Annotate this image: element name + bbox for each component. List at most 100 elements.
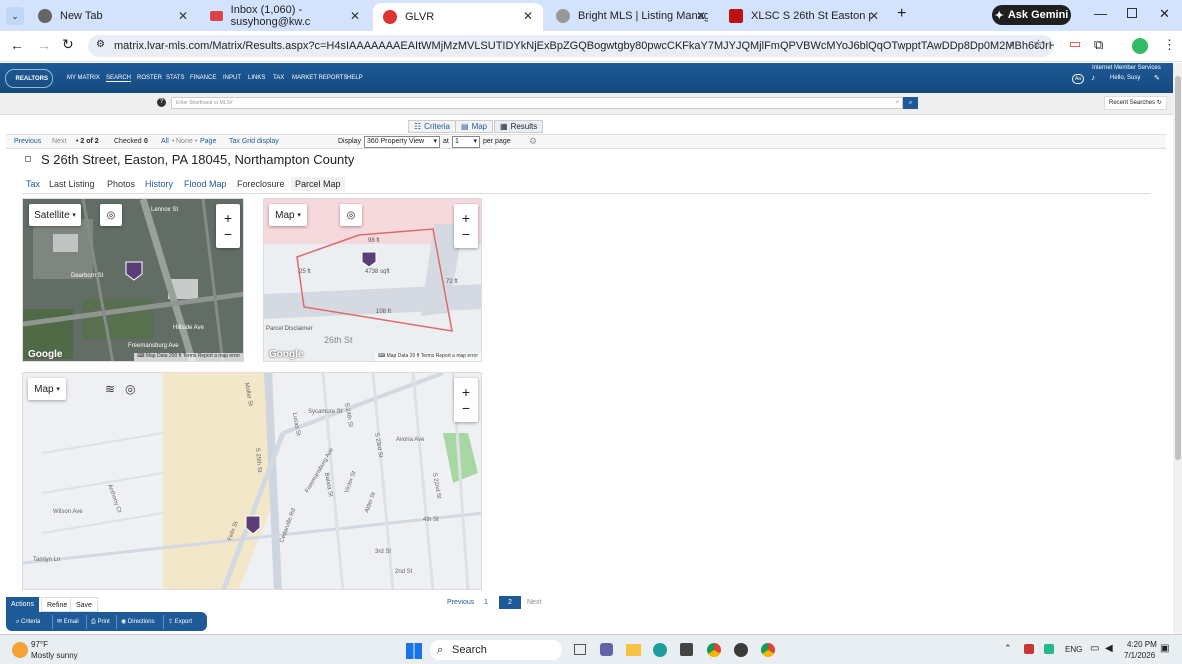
- nav-search[interactable]: SEARCH: [106, 75, 132, 82]
- tray-app-icon-2[interactable]: [1044, 644, 1054, 654]
- map-type-selector[interactable]: Satellite ▾: [29, 204, 81, 226]
- browser-tab-glvr[interactable]: GLVR ✕: [373, 3, 543, 31]
- parcel-map[interactable]: 98 ft 25 ft 72 ft 108 ft 4738 sqft Parce…: [263, 198, 482, 362]
- show-hidden-icons[interactable]: ⌃: [1004, 643, 1012, 654]
- criteria-action-button[interactable]: ⌕ Criteria: [12, 615, 45, 629]
- edge-icon[interactable]: [653, 643, 667, 657]
- language-indicator[interactable]: ENG: [1065, 645, 1082, 654]
- network-icon[interactable]: ▭: [1090, 643, 1099, 654]
- bottom-page-1[interactable]: 1: [484, 599, 488, 606]
- nav-input[interactable]: INPUT: [223, 75, 241, 81]
- browser-tab-new-tab[interactable]: New Tab ✕: [28, 0, 198, 31]
- map-type-selector[interactable]: Map ▾: [28, 378, 66, 400]
- chrome-icon[interactable]: [707, 643, 721, 657]
- results-view-button[interactable]: ▦ Results: [494, 120, 544, 133]
- recent-searches-button[interactable]: Recent Searches ↻: [1104, 96, 1167, 110]
- nav-roster[interactable]: ROSTER: [137, 75, 162, 81]
- map-type-selector[interactable]: Map ▾: [269, 204, 307, 226]
- new-tab-plus-icon[interactable]: +: [897, 5, 906, 23]
- edit-pencil-icon[interactable]: ✎: [1154, 74, 1160, 82]
- tab-parcel-map[interactable]: Parcel Map: [291, 177, 345, 191]
- select-all-link[interactable]: All: [161, 138, 169, 145]
- zoom-in-icon[interactable]: +: [224, 210, 232, 226]
- actions-tab[interactable]: Actions: [6, 597, 39, 612]
- clear-x-icon[interactable]: ×: [895, 98, 899, 108]
- taskbar-search[interactable]: ⌕ Search: [430, 640, 562, 660]
- nav-market-reports[interactable]: MARKET REPORTS: [292, 75, 347, 81]
- back-icon[interactable]: ←: [10, 37, 24, 53]
- minimize-icon[interactable]: —: [1094, 6, 1107, 21]
- help-question-icon[interactable]: ?: [157, 98, 166, 107]
- save-tab[interactable]: Save: [70, 597, 98, 612]
- task-view-icon[interactable]: [574, 644, 586, 655]
- refine-tab[interactable]: Refine: [41, 597, 74, 612]
- browser-tab-xlsc-pdf[interactable]: XLSC S 26th St Easton pdf (SEC ✕: [719, 0, 889, 31]
- map-data-link[interactable]: Map Data: [146, 353, 168, 359]
- clock-date[interactable]: 7/1/2026: [1124, 651, 1155, 660]
- bottom-previous-link[interactable]: Previous: [447, 599, 474, 606]
- zoom-out-icon[interactable]: −: [462, 226, 470, 242]
- map-view-button[interactable]: ▤ Map: [455, 120, 494, 133]
- extensions-icon[interactable]: ⧉: [1094, 37, 1103, 53]
- bookmark-star-icon[interactable]: ☆: [1033, 37, 1044, 51]
- weather-icon[interactable]: [12, 642, 28, 658]
- reload-icon[interactable]: ↻: [62, 36, 74, 53]
- zoom-icon[interactable]: ⌕: [1009, 38, 1015, 51]
- tab-tax[interactable]: Tax: [26, 179, 40, 189]
- realtors-logo[interactable]: REALTORS: [5, 69, 53, 88]
- display-select[interactable]: 360 Property View ▾: [364, 136, 440, 148]
- email-action-button[interactable]: ✉ Email: [52, 615, 83, 629]
- browser-tab-inbox[interactable]: Inbox (1,060) - susyhong@kw.c ✕: [200, 0, 370, 31]
- print-action-button[interactable]: ⎙ Print: [86, 615, 114, 629]
- zoom-out-icon[interactable]: −: [462, 400, 470, 416]
- layers-icon[interactable]: ≋: [105, 382, 115, 396]
- terms-link[interactable]: Terms: [421, 353, 435, 359]
- tab-last-listing[interactable]: Last Listing: [49, 179, 95, 189]
- tab-history[interactable]: History: [145, 179, 173, 189]
- tab-photos[interactable]: Photos: [107, 179, 135, 189]
- my-location-icon[interactable]: ◎: [100, 204, 122, 226]
- collections-icon[interactable]: ▭: [1069, 36, 1081, 52]
- forward-icon[interactable]: →: [37, 37, 51, 53]
- tab-foreclosure[interactable]: Foreclosure: [237, 179, 285, 189]
- next-link[interactable]: Next: [52, 138, 66, 145]
- per-page-select[interactable]: 1 ▾: [452, 136, 480, 148]
- close-icon[interactable]: ✕: [178, 9, 188, 23]
- tab-flood-map[interactable]: Flood Map: [184, 179, 227, 189]
- clock-time[interactable]: 4:20 PM: [1127, 640, 1157, 649]
- close-icon[interactable]: ✕: [696, 9, 706, 23]
- nav-help[interactable]: HELP: [347, 75, 363, 81]
- criteria-view-button[interactable]: ☷ Criteria: [408, 120, 456, 133]
- select-checkbox[interactable]: [25, 156, 31, 162]
- tab-search-dropdown[interactable]: ⌄: [6, 7, 24, 25]
- close-window-icon[interactable]: ✕: [1159, 6, 1170, 22]
- nav-links[interactable]: LINKS: [248, 75, 265, 81]
- street-map[interactable]: Sycamore St Freemansburg Ave S 25th St S…: [22, 372, 482, 590]
- restore-icon[interactable]: [1127, 8, 1137, 18]
- app-icon[interactable]: [734, 643, 748, 657]
- nav-stats[interactable]: STATS: [166, 75, 184, 81]
- notifications-icon[interactable]: ▣: [1160, 643, 1169, 654]
- store-icon[interactable]: [680, 643, 693, 656]
- scrollbar-thumb[interactable]: [1175, 76, 1181, 460]
- chrome-active-icon[interactable]: [761, 643, 775, 657]
- shorthand-search-button[interactable]: ⌕: [903, 97, 918, 109]
- keyboard-icon[interactable]: ⌨: [378, 353, 385, 359]
- settings-gear-icon[interactable]: ⚙: [529, 136, 537, 147]
- report-error-link[interactable]: Report a map error: [436, 353, 478, 359]
- my-location-icon[interactable]: ◎: [340, 204, 362, 226]
- satellite-map[interactable]: Lennox St Dearborn St Freemansburg Ave H…: [22, 198, 244, 362]
- nav-finance[interactable]: FINANCE: [190, 75, 216, 81]
- weather-desc[interactable]: Mostly sunny: [31, 651, 78, 660]
- font-size-icon[interactable]: Aa: [1072, 74, 1084, 84]
- nav-tax[interactable]: TAX: [273, 75, 284, 81]
- close-icon[interactable]: ✕: [523, 9, 533, 23]
- close-icon[interactable]: ✕: [350, 9, 360, 23]
- zoom-in-icon[interactable]: +: [462, 210, 470, 226]
- select-page-link[interactable]: Page: [200, 138, 216, 145]
- export-action-button[interactable]: ⇪ Export: [163, 615, 197, 629]
- volume-icon[interactable]: ◀: [1105, 643, 1113, 654]
- internet-member-services[interactable]: Internet Member Services: [1092, 65, 1161, 71]
- browser-tab-bright-mls[interactable]: Bright MLS | Listing Manageme ✕: [546, 0, 716, 31]
- address-bar-input[interactable]: matrix.lvar-mls.com/Matrix/Results.aspx?…: [88, 35, 1054, 57]
